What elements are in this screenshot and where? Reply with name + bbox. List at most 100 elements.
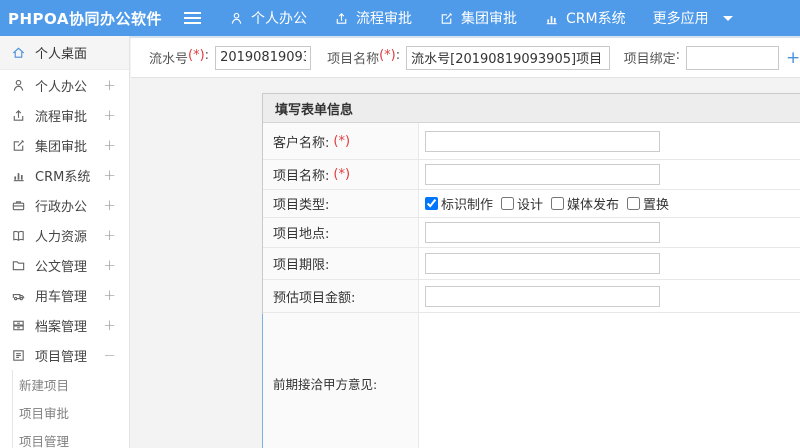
nav-label: 更多应用: [652, 11, 709, 27]
serial-number-input[interactable]: [215, 45, 312, 70]
expand-plus-icon[interactable]: +: [103, 226, 116, 244]
sidebar-item-label: 人力资源: [35, 229, 88, 245]
expand-plus-icon[interactable]: +: [103, 256, 116, 274]
submenu-item-project-approval[interactable]: 项目审批: [13, 398, 129, 426]
sidebar-item-project-management[interactable]: 项目管理 −: [0, 340, 129, 370]
sidebar-item-label: 个人办公: [35, 79, 88, 95]
expand-plus-icon[interactable]: +: [103, 196, 116, 214]
hamburger-icon: [184, 17, 201, 19]
sidebar-item-desktop[interactable]: 个人桌面: [0, 36, 129, 70]
workflow-icon: [334, 11, 349, 26]
nav-crm-system[interactable]: CRM系统: [544, 8, 626, 28]
collapse-minus-icon[interactable]: −: [103, 346, 116, 364]
panel-title: 填写表单信息: [263, 94, 800, 123]
project-duration-input[interactable]: [425, 253, 660, 274]
nav-more-apps[interactable]: 更多应用: [653, 8, 733, 28]
nav-group-approval[interactable]: 集团审批: [439, 8, 517, 28]
checkbox-design[interactable]: 设计: [501, 194, 543, 213]
sidebar-item-label: 档案管理: [35, 319, 88, 335]
required-mark: (*): [379, 48, 396, 63]
expand-plus-icon[interactable]: +: [103, 166, 116, 184]
sidebar-item-workflow-approval[interactable]: 流程审批 +: [0, 100, 129, 130]
form-row-project-type: 项目类型: 标识制作 设计 媒体发布 置换: [263, 190, 800, 218]
project-bind-label: 项目绑定:: [623, 48, 680, 67]
row-label: 项目期限:: [263, 248, 419, 279]
briefcase-icon: [11, 198, 26, 213]
estimated-amount-input[interactable]: [425, 285, 660, 307]
caret-down-icon: [722, 15, 733, 21]
project-name-field-input[interactable]: [425, 164, 660, 185]
sidebar-item-crm-system[interactable]: CRM系统 +: [0, 160, 129, 190]
submenu-item-project-management[interactable]: 项目管理: [13, 426, 129, 448]
expand-plus-icon[interactable]: +: [103, 316, 116, 334]
focused-row-edge: [262, 314, 263, 448]
form-panel: 填写表单信息 客户名称:(*) 项目名称:(*) 项目类型: 标识制作 设计: [262, 93, 800, 448]
row-label: 客户名称: (*): [263, 123, 419, 159]
header-form-band: 流水号(*): 项目名称(*): 项目绑定: +: [131, 38, 800, 78]
nav-label: CRM系统: [566, 11, 626, 27]
nav-label: 个人办公: [251, 11, 307, 27]
topbar: PHPOA协同办公软件 个人办公 流程审批 集团审批 CRM系统 更多应用: [0, 0, 800, 36]
row-label: 项目类型:: [263, 190, 419, 217]
workflow-icon: [11, 108, 26, 123]
preliminary-opinion-textarea[interactable]: [419, 313, 800, 448]
checkbox-sign-making[interactable]: 标识制作: [425, 194, 493, 213]
checkbox-input[interactable]: [425, 197, 438, 210]
sidebar-item-vehicle-management[interactable]: 用车管理 +: [0, 280, 129, 310]
nav-workflow-approval[interactable]: 流程审批: [334, 8, 412, 28]
project-bind-input[interactable]: [686, 45, 779, 70]
edit-icon: [11, 138, 26, 153]
nav-label: 流程审批: [356, 11, 412, 27]
form-row-customer-name: 客户名称: (*): [263, 123, 800, 160]
sidebar-item-label: 用车管理: [35, 289, 88, 305]
folder-icon: [11, 258, 26, 273]
expand-plus-icon[interactable]: +: [103, 76, 116, 94]
required-mark: (*): [188, 48, 205, 63]
row-label: 项目名称: (*): [263, 160, 419, 189]
book-icon: [11, 228, 26, 243]
expand-plus-icon[interactable]: +: [103, 106, 116, 124]
checkbox-exchange[interactable]: 置换: [627, 194, 669, 213]
sidebar-item-archive-management[interactable]: 档案管理 +: [0, 310, 129, 340]
form-row-project-duration: 项目期限:: [263, 248, 800, 280]
sidebar-item-document-management[interactable]: 公文管理 +: [0, 250, 129, 280]
row-label: 项目地点:: [263, 218, 419, 247]
chart-icon: [11, 168, 26, 183]
sidebar-item-human-resources[interactable]: 人力资源 +: [0, 220, 129, 250]
car-icon: [11, 288, 26, 303]
form-row-project-location: 项目地点:: [263, 218, 800, 248]
sidebar-item-label: 流程审批: [35, 109, 88, 125]
nav-personal-office[interactable]: 个人办公: [229, 8, 307, 28]
chart-icon: [544, 11, 559, 26]
sidebar-item-personal-office[interactable]: 个人办公 +: [0, 70, 129, 100]
customer-name-input[interactable]: [425, 130, 660, 152]
archive-icon: [11, 318, 26, 333]
project-name-label: 项目名称 (*):: [327, 48, 401, 67]
submenu-item-new-project[interactable]: 新建项目: [13, 370, 129, 398]
home-icon: [11, 45, 26, 60]
menu-toggle-button[interactable]: [184, 11, 202, 25]
user-icon: [11, 78, 26, 93]
project-name-input[interactable]: [406, 45, 610, 70]
nav-label: 集团审批: [461, 11, 517, 27]
sidebar-item-group-approval[interactable]: 集团审批 +: [0, 130, 129, 160]
project-location-input[interactable]: [425, 222, 660, 243]
edit-icon: [439, 11, 454, 26]
sidebar: 个人桌面 个人办公 + 流程审批 + 集团审批 + CRM系统 + 行政办公 +: [0, 36, 130, 448]
expand-plus-icon[interactable]: +: [103, 136, 116, 154]
add-bind-button[interactable]: +: [786, 48, 800, 68]
checkbox-input[interactable]: [627, 197, 641, 210]
checkbox-input[interactable]: [501, 197, 515, 210]
row-label: 前期接洽甲方意见:: [263, 313, 419, 448]
expand-plus-icon[interactable]: +: [103, 286, 116, 304]
checkbox-input[interactable]: [551, 197, 565, 210]
serial-number-label: 流水号 (*):: [149, 48, 210, 67]
sidebar-item-label: 项目管理: [35, 349, 88, 365]
sidebar-item-label: 集团审批: [35, 139, 88, 155]
sidebar-item-label: 公文管理: [35, 259, 88, 275]
sidebar-item-admin-office[interactable]: 行政办公 +: [0, 190, 129, 220]
required-mark: (*): [333, 133, 351, 149]
sidebar-item-label: 个人桌面: [35, 47, 88, 62]
checkbox-media-release[interactable]: 媒体发布: [551, 194, 619, 213]
form-row-preliminary-opinion: 前期接洽甲方意见:: [263, 313, 800, 448]
